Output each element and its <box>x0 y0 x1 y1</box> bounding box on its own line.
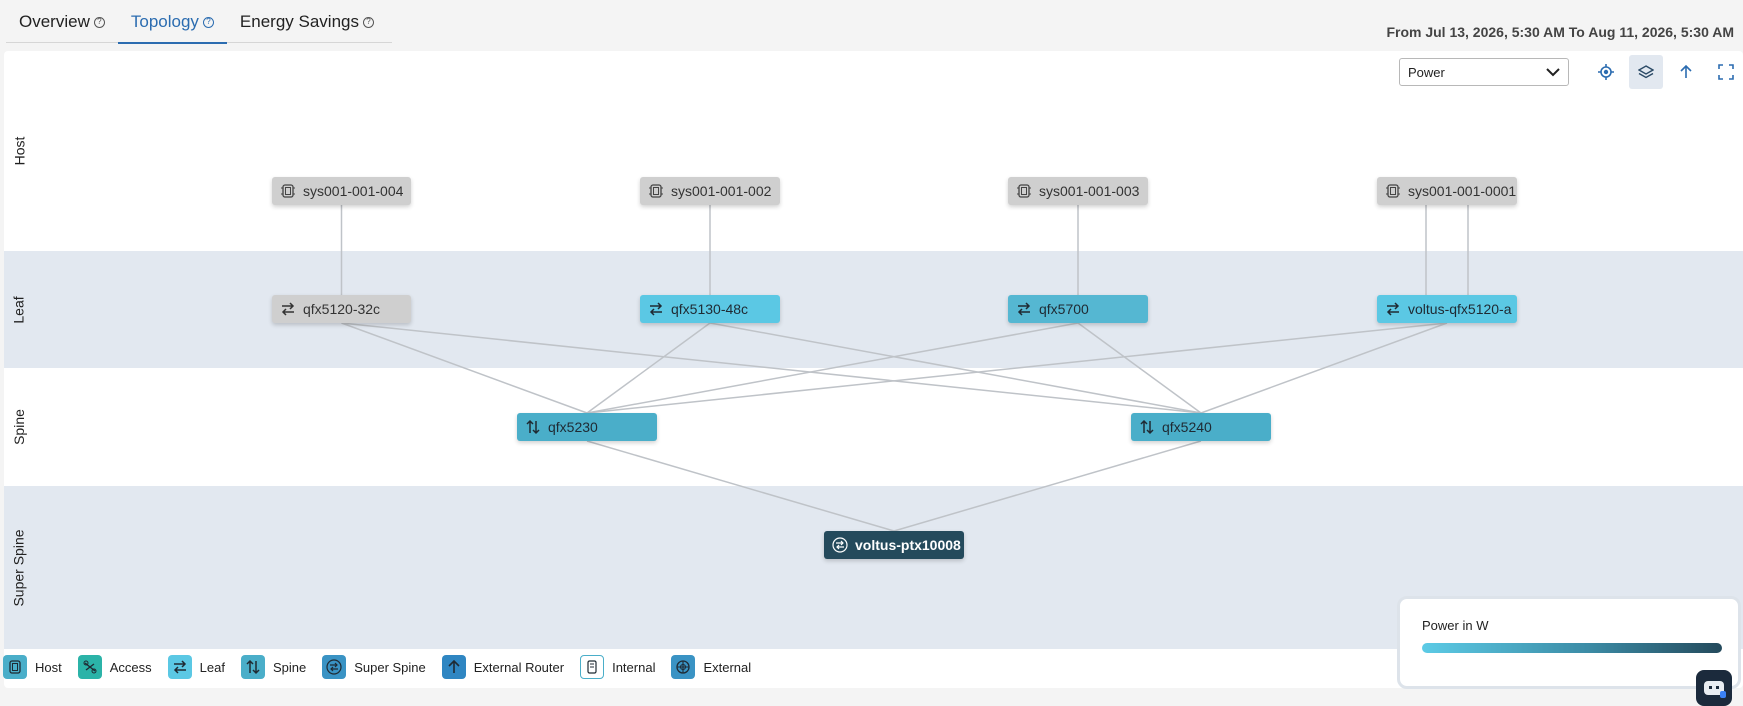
node-label: sys001-001-0001 <box>1408 183 1517 199</box>
node-label: qfx5120-32c <box>303 301 381 317</box>
tab-energy-savings[interactable]: Energy Savings ? <box>227 0 387 43</box>
host-icon <box>3 655 27 679</box>
topology-link <box>586 322 1448 414</box>
tab-label: Topology <box>130 11 199 31</box>
node-label: voltus-ptx10008 <box>855 537 961 553</box>
legend-label: Access <box>109 659 152 675</box>
host-icon <box>280 183 296 199</box>
node-label: sys001-001-004 <box>303 183 404 199</box>
internal-icon <box>580 655 605 679</box>
power-scale: Power in W <box>1397 596 1741 689</box>
help-icon[interactable]: ? <box>363 16 374 28</box>
node-spine-qfx5230[interactable]: qfx5230 <box>517 413 657 441</box>
topology-panel: Host Leaf Spine Super Spine Power sys001… <box>4 51 1743 688</box>
tab-label: Energy Savings <box>239 11 359 31</box>
legend-label: Host <box>35 659 62 675</box>
date-range: From Jul 13, 2026, 5:30 AM To Aug 11, 20… <box>1386 24 1734 40</box>
power-scale-title: Power in W <box>1422 618 1489 633</box>
node-leaf-qfx5130-48c[interactable]: qfx5130-48c <box>640 295 780 323</box>
node-label: qfx5240 <box>1162 419 1212 435</box>
tab-overview[interactable]: Overview ? <box>6 0 118 43</box>
super-spine-icon <box>322 655 347 679</box>
tab-label: Overview <box>19 11 90 31</box>
spine-icon <box>240 655 265 679</box>
tab-topology[interactable]: Topology ? <box>117 0 227 44</box>
node-label: qfx5130-48c <box>671 301 749 317</box>
topology-link <box>1077 322 1202 414</box>
tab-bar: Overview ? Topology ? Energy Savings ? <box>6 0 392 44</box>
help-icon[interactable]: ? <box>202 16 214 28</box>
leaf-icon <box>1385 301 1401 317</box>
bot-icon <box>1704 681 1726 698</box>
node-label: sys001-001-003 <box>1039 183 1140 199</box>
legend-item-leaf: Leaf <box>167 655 225 679</box>
legend-item-external: External <box>671 655 751 679</box>
legend-label: Internal <box>612 659 656 675</box>
legend-label: Leaf <box>199 659 225 675</box>
external-router-icon <box>441 655 466 679</box>
legend-item-internal: Internal <box>580 655 655 679</box>
host-icon <box>1016 183 1032 199</box>
topology-legend: Host Access Leaf Spine Super Spine Exter… <box>0 654 767 680</box>
host-icon <box>1385 183 1401 199</box>
node-host-sys001-001-003[interactable]: sys001-001-003 <box>1008 177 1148 205</box>
access-icon <box>77 655 102 679</box>
node-label: voltus-qfx5120-a <box>1408 301 1512 317</box>
node-leaf-qfx5120-32c[interactable]: qfx5120-32c <box>272 295 411 323</box>
leaf-icon <box>280 301 296 317</box>
topology-link <box>586 440 895 532</box>
node-label: sys001-001-002 <box>671 183 772 199</box>
host-icon <box>648 183 664 199</box>
power-gradient-bar <box>1422 643 1722 653</box>
leaf-icon <box>648 301 664 317</box>
legend-item-external-router: External Router <box>441 655 565 679</box>
legend-item-access: Access <box>77 655 152 679</box>
topology-link <box>586 322 711 414</box>
legend-item-spine: Spine <box>240 655 307 679</box>
topology-link <box>709 322 1202 414</box>
leaf-icon <box>1016 301 1032 317</box>
node-label: qfx5700 <box>1039 301 1089 317</box>
node-leaf-voltus-qfx5120-a[interactable]: voltus-qfx5120-a <box>1377 295 1517 323</box>
node-host-sys001-001-0001[interactable]: sys001-001-0001 <box>1377 177 1517 205</box>
legend-item-host: Host <box>0 655 62 679</box>
external-icon <box>671 655 696 679</box>
node-host-sys001-001-002[interactable]: sys001-001-002 <box>640 177 780 205</box>
super-spine-icon <box>832 537 848 553</box>
legend-item-super-spine: Super Spine <box>322 655 426 679</box>
assistant-button[interactable] <box>1696 670 1732 706</box>
spine-icon <box>1139 419 1155 435</box>
topology-link <box>893 440 1202 532</box>
legend-label: External Router <box>473 659 565 675</box>
legend-label: External <box>703 659 752 675</box>
topology-link <box>586 322 1079 414</box>
topology-link <box>341 322 1202 414</box>
legend-label: Super Spine <box>354 659 426 675</box>
topology-links <box>340 205 1469 532</box>
node-leaf-qfx5700[interactable]: qfx5700 <box>1008 295 1148 323</box>
node-host-sys001-001-004[interactable]: sys001-001-004 <box>272 177 411 205</box>
legend-label: Spine <box>272 659 307 675</box>
node-spine-qfx5240[interactable]: qfx5240 <box>1131 413 1271 441</box>
leaf-icon <box>167 655 192 679</box>
node-super-spine-voltus-ptx10008[interactable]: voltus-ptx10008 <box>824 531 964 559</box>
node-label: qfx5230 <box>548 419 598 435</box>
help-icon[interactable]: ? <box>93 16 105 28</box>
spine-icon <box>525 419 541 435</box>
